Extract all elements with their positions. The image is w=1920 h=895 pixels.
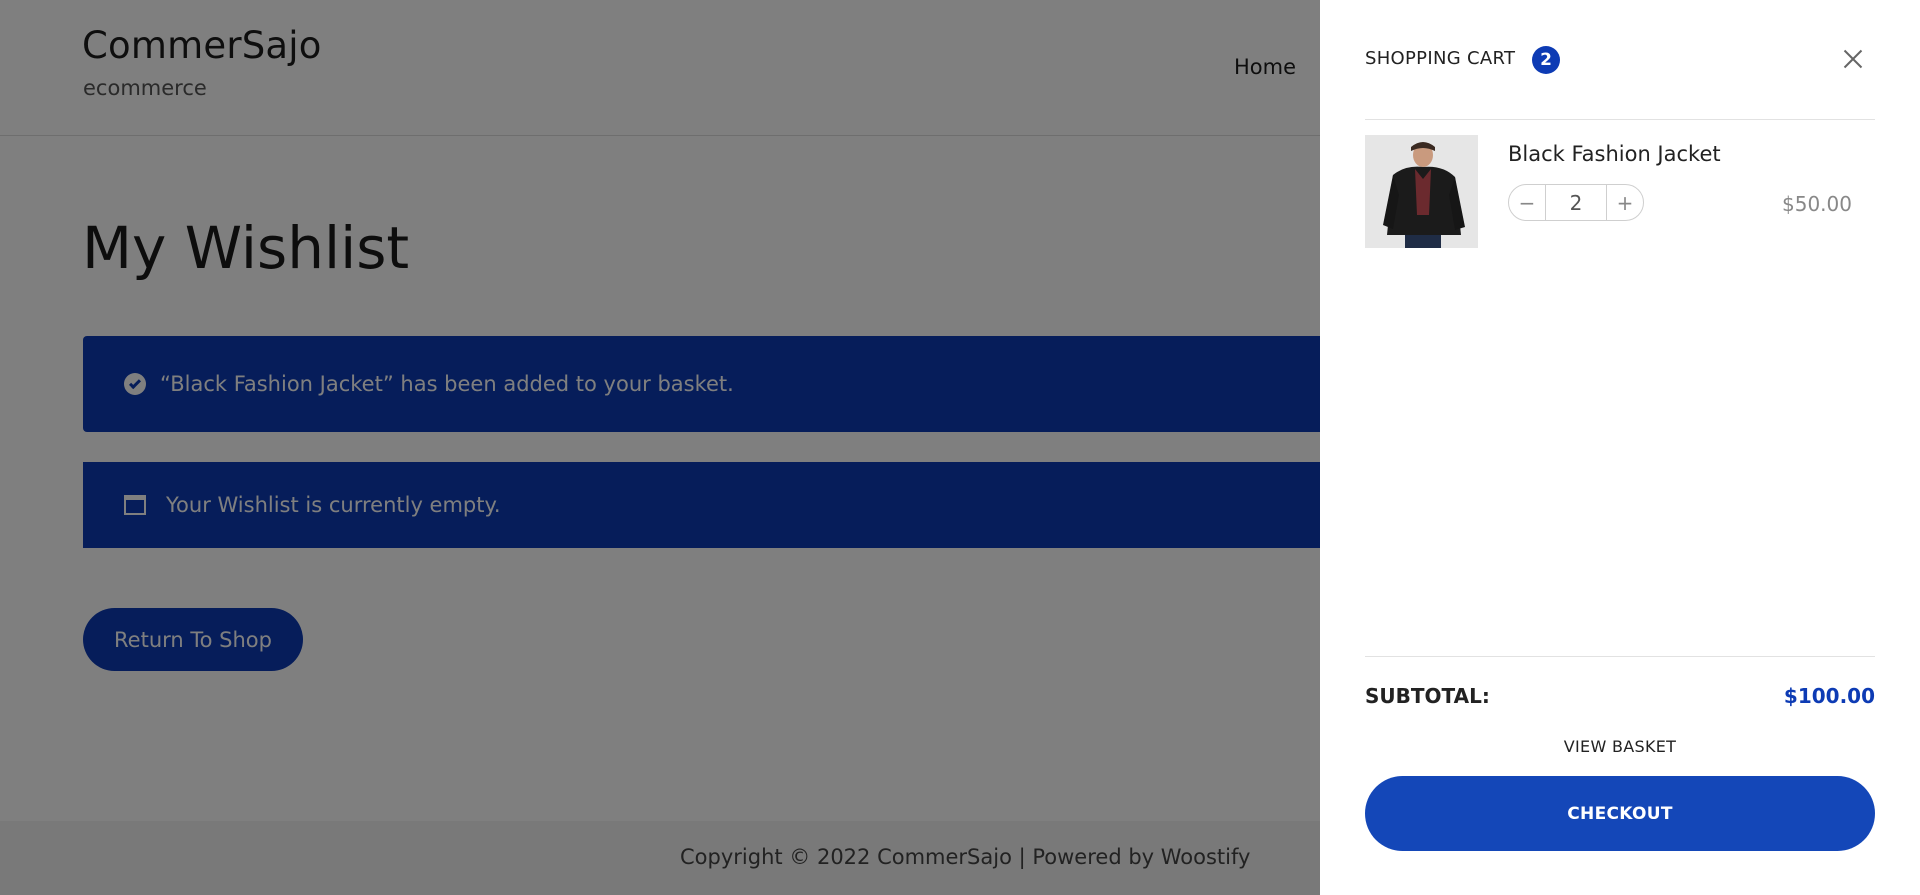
- cart-divider: [1365, 656, 1875, 657]
- product-thumbnail[interactable]: [1365, 135, 1478, 248]
- increase-quantity-button[interactable]: +: [1607, 185, 1643, 220]
- subtotal-label: SUBTOTAL:: [1365, 684, 1490, 708]
- cart-overlay[interactable]: [0, 0, 1320, 895]
- cart-divider: [1365, 119, 1875, 120]
- cart-count-badge: 2: [1532, 46, 1560, 74]
- view-basket-link[interactable]: VIEW BASKET: [1365, 737, 1875, 756]
- cart-title: SHOPPING CART: [1365, 48, 1516, 69]
- checkout-button[interactable]: CHECKOUT: [1365, 776, 1875, 851]
- cart-item-price: $50.00: [1782, 192, 1852, 216]
- cart-item-name[interactable]: Black Fashion Jacket: [1508, 142, 1721, 166]
- subtotal-value: $100.00: [1783, 684, 1875, 708]
- decrease-quantity-button[interactable]: −: [1509, 185, 1545, 220]
- quantity-input[interactable]: 2: [1545, 185, 1607, 220]
- quantity-stepper: − 2 +: [1508, 184, 1644, 221]
- close-icon[interactable]: [1838, 44, 1868, 74]
- cart-drawer: SHOPPING CART 2 Black Fashion Jacket − 2…: [1320, 0, 1920, 895]
